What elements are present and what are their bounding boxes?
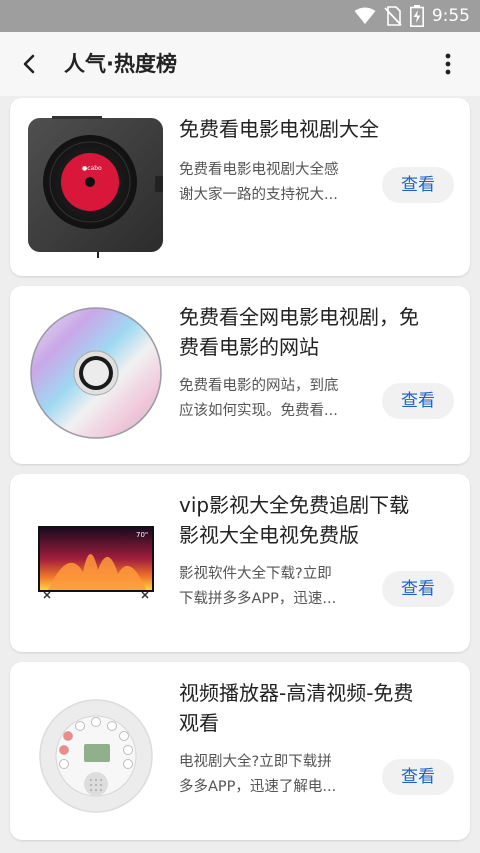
television-icon: 70"	[38, 526, 154, 599]
item-description-line: 谢大家一路的支持祝大...	[179, 187, 338, 203]
chevron-left-icon	[23, 54, 35, 74]
battery-charging-icon	[409, 5, 424, 27]
status-icons: 9:55	[354, 0, 470, 32]
item-description-line: 下载拼多多APP，迅速...	[179, 591, 337, 607]
item-description-line: 电视剧大全?立即下载拼	[179, 754, 332, 770]
item-title-line: 费看电影的网站	[179, 335, 319, 359]
item-description: 电视剧大全?立即下载拼 多多APP，迅速了解电...	[179, 750, 364, 800]
svg-text:●cabo: ●cabo	[82, 165, 102, 172]
view-button[interactable]: 查看	[382, 759, 454, 795]
item-title: vip影视大全免费追剧下载 影视大全电视免费版	[179, 490, 459, 550]
item-title-line: 观看	[179, 711, 219, 735]
more-vertical-icon	[445, 53, 451, 75]
item-description-line: 免费看电影电视剧大全感	[179, 162, 339, 178]
view-button[interactable]: 查看	[382, 571, 454, 607]
status-time: 9:55	[431, 6, 470, 26]
ranking-list[interactable]: ●cabo 免费看电影电视剧大全 免费看电影电视剧大全感 谢大家一路的支持祝大.…	[0, 96, 480, 853]
list-item[interactable]: 免费看全网电影电视剧，免 费看电影的网站 免费看电影的网站，到底 应该如何实现。…	[10, 286, 470, 464]
item-description: 免费看电影电视剧大全感 谢大家一路的支持祝大...	[179, 158, 364, 208]
item-description-line: 应该如何实现。免费看...	[179, 403, 338, 419]
status-bar: 9:55	[0, 0, 480, 32]
view-button[interactable]: 查看	[382, 383, 454, 419]
item-description-line: 免费看电影的网站，到底	[179, 378, 339, 394]
item-title: 视频播放器-高清视频-免费 观看	[179, 678, 459, 738]
item-description-line: 多多APP，迅速了解电...	[179, 779, 337, 795]
item-title: 免费看电影电视剧大全	[179, 114, 459, 144]
item-title-line: 免费看全网电影电视剧，免	[179, 305, 419, 329]
list-item[interactable]: ●cabo 免费看电影电视剧大全 免费看电影电视剧大全感 谢大家一路的支持祝大.…	[10, 98, 470, 276]
item-title-line: vip影视大全免费追剧下载	[179, 493, 410, 517]
item-title-line: 视频播放器-高清视频-免费	[179, 681, 414, 705]
disc-icon	[30, 307, 162, 439]
cd-player-icon: ●cabo	[28, 116, 163, 258]
item-title-line: 影视大全电视免费版	[179, 523, 359, 547]
item-title-line: 免费看电影电视剧大全	[179, 117, 379, 141]
item-description: 影视软件大全下载?立即 下载拼多多APP，迅速...	[179, 562, 364, 612]
back-button[interactable]	[14, 50, 46, 78]
view-button[interactable]: 查看	[382, 167, 454, 203]
item-description: 免费看电影的网站，到底 应该如何实现。免费看...	[179, 374, 364, 424]
wifi-icon	[354, 7, 376, 24]
item-description-line: 影视软件大全下载?立即	[179, 566, 332, 582]
tv-size-badge: 70"	[136, 531, 148, 539]
no-sim-icon	[384, 6, 402, 26]
page-title: 人气·热度榜	[64, 52, 177, 76]
list-item[interactable]: 70" vip影视大全免费追剧下载 影视大全电视免费版 影视软件大全下载?立即 …	[10, 474, 470, 652]
list-item[interactable]: 视频播放器-高清视频-免费 观看 电视剧大全?立即下载拼 多多APP，迅速了解电…	[10, 662, 470, 840]
item-title: 免费看全网电影电视剧，免 费看电影的网站	[179, 302, 459, 362]
more-options-button[interactable]	[434, 50, 462, 78]
app-bar: 人气·热度榜	[0, 32, 480, 96]
media-player-icon	[39, 699, 153, 813]
